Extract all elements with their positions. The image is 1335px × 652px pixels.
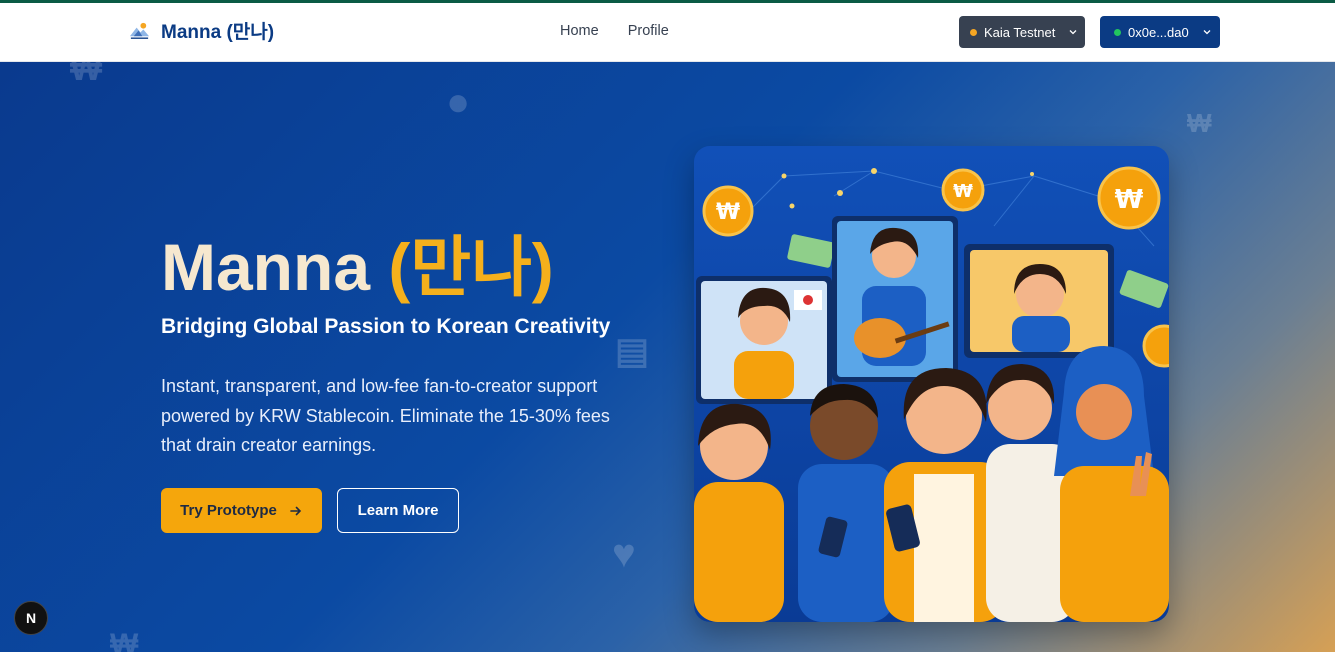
- svg-text:₩: ₩: [716, 200, 740, 225]
- learn-more-label: Learn More: [357, 502, 439, 519]
- try-prototype-button[interactable]: Try Prototype: [161, 488, 322, 533]
- arrow-right-icon: [290, 506, 301, 515]
- navbar: Manna (만나) Home Profile Kaia Testnet 0x0…: [0, 3, 1335, 62]
- chevron-down-icon: [1203, 30, 1211, 35]
- won-symbol-icon: ₩: [1187, 108, 1212, 138]
- dev-tools-badge[interactable]: N: [14, 601, 48, 635]
- hero-section: ₩ ₩ ₩ ● ▤ ♥ Manna (만나) Bridging Global P…: [0, 62, 1335, 652]
- wallet-status-dot: [1114, 28, 1121, 36]
- main-nav: Home Profile: [560, 23, 669, 39]
- chevron-down-icon: [1069, 30, 1077, 35]
- heart-icon: ♥: [612, 532, 636, 576]
- svg-text:₩: ₩: [953, 181, 973, 202]
- hero-description: Instant, transparent, and low-fee fan-to…: [161, 376, 610, 455]
- nav-link-home[interactable]: Home: [560, 23, 599, 39]
- palette-icon: ●: [446, 80, 471, 124]
- fans-and-creators-illustration: ₩ ₩ ₩: [694, 146, 1169, 622]
- network-label: Kaia Testnet: [984, 24, 1056, 40]
- brand-name: Manna (만나): [161, 22, 275, 43]
- wallet-address: 0x0e...da0: [1128, 24, 1189, 40]
- clapperboard-icon: ▤: [615, 330, 650, 371]
- hero-title: Manna (만나): [161, 234, 554, 300]
- network-selector-button[interactable]: Kaia Testnet: [959, 16, 1085, 48]
- wallet-account-button[interactable]: 0x0e...da0: [1100, 16, 1220, 48]
- try-prototype-label: Try Prototype: [180, 502, 277, 519]
- hero-title-main: Manna: [161, 230, 371, 304]
- hero-subtitle: Bridging Global Passion to Korean Creati…: [161, 315, 611, 338]
- nav-link-profile[interactable]: Profile: [628, 23, 669, 39]
- dev-tools-badge-label: N: [25, 610, 37, 626]
- won-symbol-icon: ₩: [110, 628, 139, 652]
- network-status-dot: [970, 28, 977, 36]
- svg-text:₩: ₩: [1115, 185, 1144, 215]
- learn-more-button[interactable]: Learn More: [337, 488, 459, 533]
- hero-title-korean: (만나): [388, 230, 554, 304]
- brand-link[interactable]: Manna (만나): [128, 17, 274, 44]
- won-symbol-icon: ₩: [70, 62, 103, 88]
- manna-logo-icon: [129, 22, 150, 39]
